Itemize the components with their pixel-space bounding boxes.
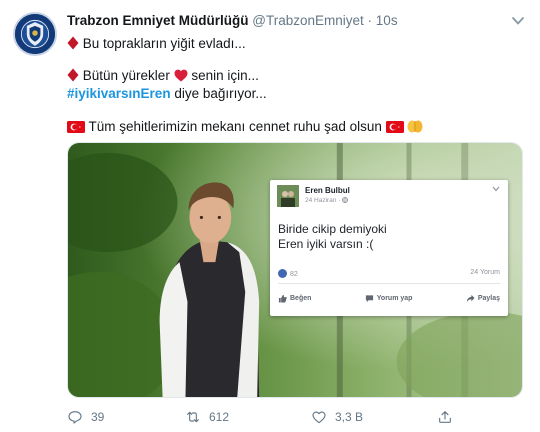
author-handle[interactable]: @TrabzonEmniyet (252, 13, 364, 28)
tweet-text-line-1: Bu toprakların yiğit evladı... (67, 35, 246, 53)
fb-profile-photo (277, 185, 299, 207)
tweet[interactable]: Trabzon Emniyet Müdürlüğü @TrabzonEmniye… (0, 0, 540, 432)
fb-comment-count: 24 Yorum (470, 269, 500, 276)
author-name[interactable]: Trabzon Emniyet Müdürlüğü (67, 13, 249, 28)
tweet-text-line-2: Bütün yürekler senin için... (67, 67, 259, 85)
embedded-facebook-post: Eren Bulbul 24 Haziran · Biride cikip de… (270, 180, 508, 316)
like-button[interactable]: 3,3 B (311, 408, 363, 426)
share-arrow-icon (466, 294, 475, 302)
turkish-flag-icon (67, 121, 85, 133)
chevron-down-icon (492, 186, 500, 192)
reply-button[interactable]: 39 (67, 408, 104, 426)
tweet-media-image[interactable]: Eren Bulbul 24 Haziran · Biride cikip de… (67, 142, 523, 398)
red-diamond-icon (67, 36, 79, 50)
retweet-count: 612 (209, 410, 230, 424)
line-4-text: Tüm şehitlerimizin mekanı cennet ruhu şa… (88, 119, 386, 134)
line-2-text-end: senin için... (191, 68, 259, 83)
thumbs-up-icon (278, 294, 287, 303)
fb-like-count: 82 (278, 269, 298, 278)
heart-icon (174, 69, 188, 82)
red-diamond-icon (67, 68, 79, 82)
police-badge-logo (15, 14, 55, 54)
fb-like-badge-icon (278, 269, 287, 278)
reply-count: 39 (91, 410, 105, 424)
fb-share-action: Paylaş (466, 290, 500, 306)
author-avatar[interactable] (13, 12, 57, 56)
fb-actions-bar: Beğen Yorum yap Paylaş (278, 290, 500, 306)
separator: · (367, 13, 373, 28)
fb-divider (278, 283, 500, 284)
line-2-text-start: Bütün yürekler (82, 68, 170, 83)
globe-icon (342, 197, 349, 203)
tweet-header: Trabzon Emniyet Müdürlüğü @TrabzonEmniye… (67, 13, 500, 31)
yellow-hands-icon (407, 120, 423, 133)
turkish-flag-icon (385, 121, 404, 133)
fb-post-date: 24 Haziran · (305, 197, 349, 204)
hashtag-link[interactable]: #iyikivarsınEren (67, 86, 171, 101)
line-1-text: Bu toprakların yiğit evladı... (82, 36, 246, 51)
tweet-actions: 39 612 3,3 B (67, 408, 527, 426)
like-icon (312, 411, 326, 424)
retweet-button[interactable]: 612 (185, 408, 229, 426)
tweet-timestamp[interactable]: 10s (376, 13, 398, 28)
fb-post-text: Biride cikip demiyoki Eren iyiki varsın … (278, 222, 387, 251)
retweet-icon (187, 411, 199, 423)
reply-icon (68, 411, 82, 424)
fb-comment-action: Yorum yap (365, 290, 412, 306)
line-3-text: diye bağırıyor... (170, 86, 267, 101)
tweet-text-line-3: #iyikivarsınEren diye bağırıyor... (67, 85, 267, 103)
like-count: 3,3 B (335, 410, 364, 424)
fb-like-action: Beğen (278, 290, 311, 306)
comment-icon (365, 294, 373, 302)
caret-down-icon[interactable] (510, 14, 526, 28)
share-button[interactable] (437, 408, 453, 426)
tweet-text-line-4: Tüm şehitlerimizin mekanı cennet ruhu şa… (67, 118, 423, 136)
share-icon (439, 411, 451, 423)
fb-author-name: Eren Bulbul (305, 186, 350, 195)
